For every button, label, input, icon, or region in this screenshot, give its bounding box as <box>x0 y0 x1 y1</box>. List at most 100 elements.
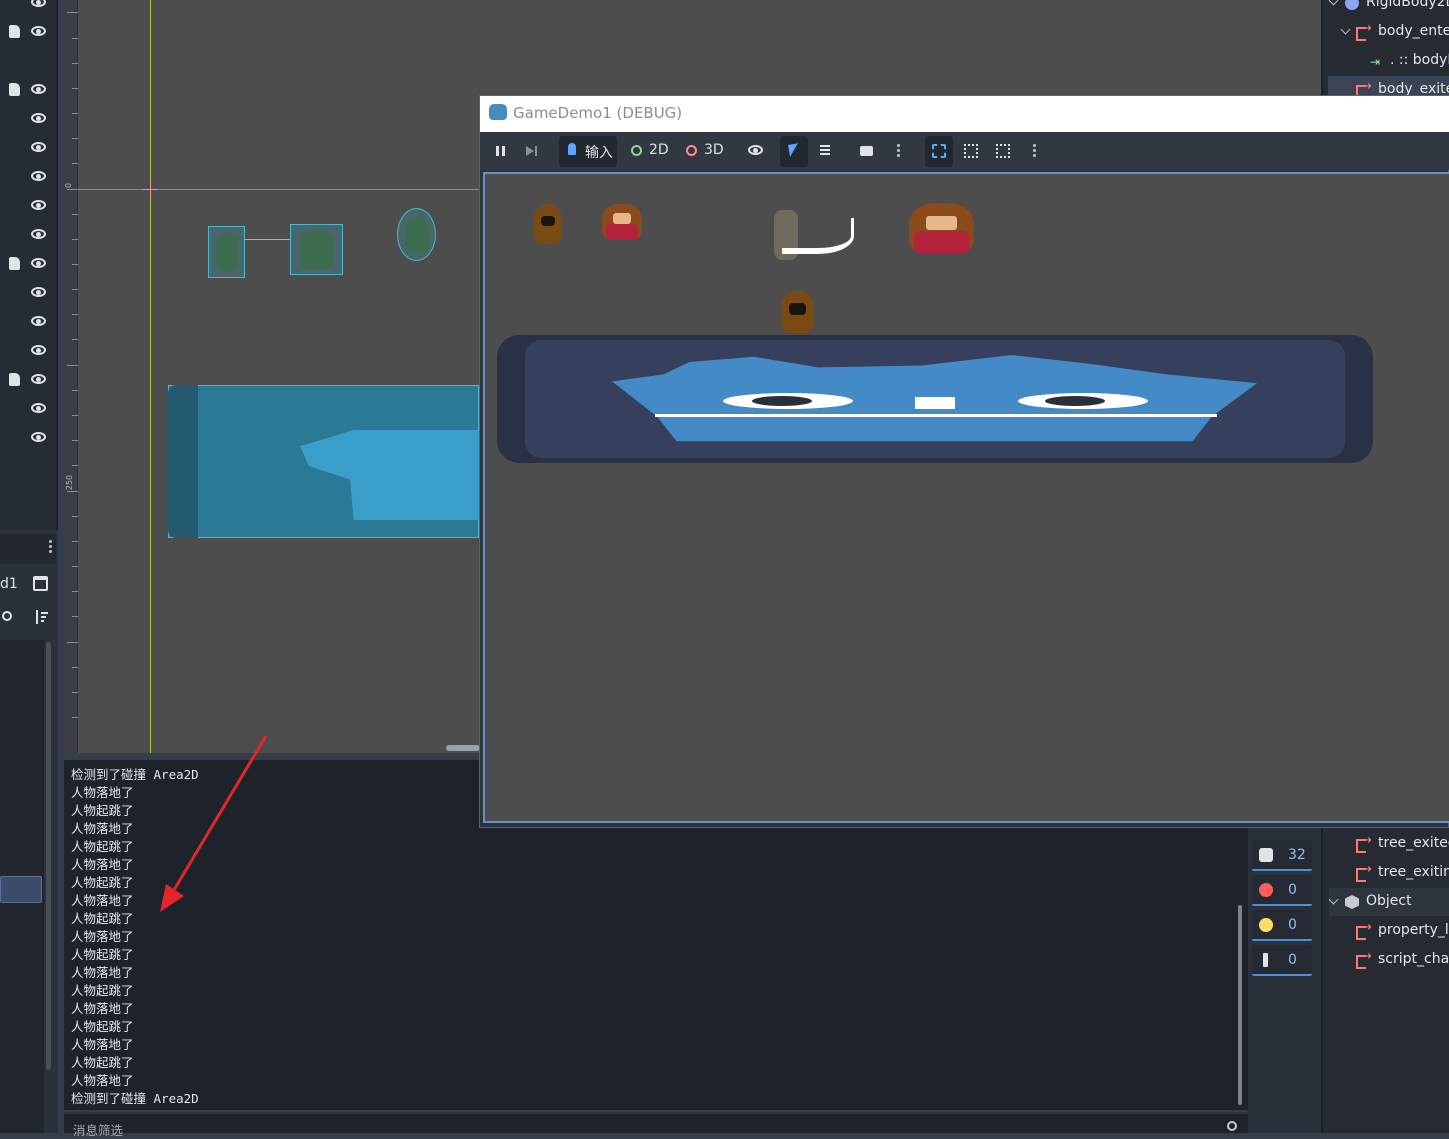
scene-node-row[interactable] <box>0 222 56 251</box>
window-icon[interactable] <box>33 576 48 591</box>
signal-tree-exiting[interactable]: tree_exiting <box>1378 864 1449 880</box>
window-title: GameDemo1 (DEBUG) <box>513 104 683 122</box>
counter-value: 32 <box>1288 847 1306 863</box>
camera-override-icon <box>932 144 946 158</box>
visibility-eye-icon[interactable] <box>31 0 46 7</box>
visibility-eye-icon[interactable] <box>31 258 46 268</box>
input-icon <box>568 143 576 155</box>
scene-node-row[interactable] <box>0 251 56 280</box>
console-line: 人物落地了 <box>71 965 134 980</box>
scene-node-row[interactable] <box>0 396 56 425</box>
visibility-eye-icon[interactable] <box>31 345 46 355</box>
scene-node-row[interactable] <box>0 164 56 193</box>
camera-override-button[interactable] <box>925 136 953 167</box>
more-options-button[interactable] <box>1021 136 1049 167</box>
sort-icon[interactable] <box>34 610 48 624</box>
script-icon[interactable] <box>9 373 20 386</box>
vertical-ruler: 0 250 <box>64 0 78 753</box>
logo-pupil <box>1045 396 1105 406</box>
script-icon[interactable] <box>9 257 20 270</box>
scene-node-row[interactable] <box>0 338 56 367</box>
counter-errors[interactable]: 0 <box>1252 875 1312 906</box>
scene-node-row[interactable] <box>0 135 56 164</box>
scene-node-row[interactable] <box>0 309 56 338</box>
fullscreen-button[interactable] <box>957 136 985 167</box>
more-options-button[interactable] <box>885 136 913 167</box>
file-list-scrollbar[interactable] <box>46 642 51 1070</box>
console-line: 人物起跳了 <box>71 1019 134 1034</box>
panel-path-label: d1 <box>0 576 18 592</box>
signal-tree-exited[interactable]: tree_exited <box>1378 835 1449 851</box>
visibility-eye-icon[interactable] <box>31 171 46 181</box>
signal-icon <box>1356 21 1372 41</box>
camera-button[interactable] <box>853 136 881 167</box>
select-tool-button[interactable] <box>780 136 808 167</box>
visibility-eye-icon[interactable] <box>31 113 46 123</box>
logo-mouth-line <box>655 414 1217 417</box>
mode-3d-icon <box>686 145 697 156</box>
visibility-eye-icon[interactable] <box>31 84 46 94</box>
editor-platform-edge <box>168 385 198 538</box>
scene-node-row[interactable] <box>0 77 56 106</box>
editor-player-sprite[interactable] <box>397 208 436 261</box>
next-frame-button[interactable] <box>520 136 546 167</box>
more-options-icon[interactable] <box>49 540 52 543</box>
visibility-button[interactable] <box>741 136 769 167</box>
message-filter-input[interactable] <box>64 1112 1248 1133</box>
signal-body-entered[interactable]: body_entered <box>1378 23 1449 39</box>
class-label: Object <box>1366 893 1412 909</box>
scene-node-row[interactable] <box>0 367 56 396</box>
visibility-eye-icon[interactable] <box>31 229 46 239</box>
visibility-eye-icon[interactable] <box>31 287 46 297</box>
game-npc-sprite <box>534 204 562 244</box>
scene-node-row[interactable] <box>0 0 56 19</box>
counter-messages[interactable]: 32 <box>1252 840 1312 871</box>
annotation-arrow <box>160 735 268 912</box>
game-viewport[interactable] <box>483 172 1449 823</box>
signal-icon <box>1356 862 1372 882</box>
signal-icon <box>1356 949 1372 969</box>
scene-node-row[interactable] <box>0 425 56 454</box>
mode-2d-button[interactable]: 2D <box>649 142 669 158</box>
pause-button[interactable] <box>488 136 514 167</box>
editor-enemy-sprite[interactable] <box>290 224 343 275</box>
signal-icon <box>1356 833 1372 853</box>
counter-warnings[interactable]: 0 <box>1252 910 1312 941</box>
visibility-eye-icon[interactable] <box>31 403 46 413</box>
scene-node-row[interactable] <box>0 193 56 222</box>
visibility-eye-icon[interactable] <box>31 26 46 36</box>
visibility-eye-icon[interactable] <box>31 316 46 326</box>
more-options-icon <box>1033 144 1036 147</box>
counter-value: 0 <box>1288 952 1297 968</box>
script-icon[interactable] <box>9 83 20 96</box>
mode-3d-button[interactable]: 3D <box>704 142 724 158</box>
scene-node-row[interactable] <box>0 106 56 135</box>
game-npc-sprite <box>602 204 642 240</box>
console-scrollbar[interactable] <box>1238 905 1242 1105</box>
visibility-eye-icon[interactable] <box>31 432 46 442</box>
signal-script-changed[interactable]: script_char <box>1378 951 1449 967</box>
scene-node-row[interactable] <box>0 280 56 309</box>
counter-editor-messages[interactable]: 0 <box>1252 945 1312 976</box>
selected-file-item[interactable] <box>0 876 42 903</box>
console-line: 检测到了碰撞 Area2D <box>71 1091 199 1106</box>
search-icon[interactable] <box>2 611 12 621</box>
signal-connection[interactable]: . :: bodyE <box>1390 52 1449 68</box>
editor-enemy-sprite[interactable] <box>208 226 245 278</box>
connection-icon: ⇥ <box>1370 55 1381 69</box>
visibility-eye-icon[interactable] <box>31 374 46 384</box>
editor-h-scrollbar[interactable] <box>446 745 480 751</box>
fit-view-button[interactable] <box>989 136 1017 167</box>
y-axis-line <box>150 0 151 753</box>
search-icon[interactable] <box>1227 1121 1237 1131</box>
signal-property-list[interactable]: property_li <box>1378 922 1449 938</box>
visibility-eye-icon[interactable] <box>31 200 46 210</box>
script-icon[interactable] <box>9 25 20 38</box>
ruler-mark: 250 <box>65 474 75 491</box>
console-line: 人物起跳了 <box>71 947 134 962</box>
list-select-button[interactable] <box>812 136 840 167</box>
console-line: 人物起跳了 <box>71 983 134 998</box>
visibility-eye-icon[interactable] <box>31 142 46 152</box>
error-icon <box>1259 883 1273 897</box>
scene-node-row[interactable] <box>0 19 56 48</box>
